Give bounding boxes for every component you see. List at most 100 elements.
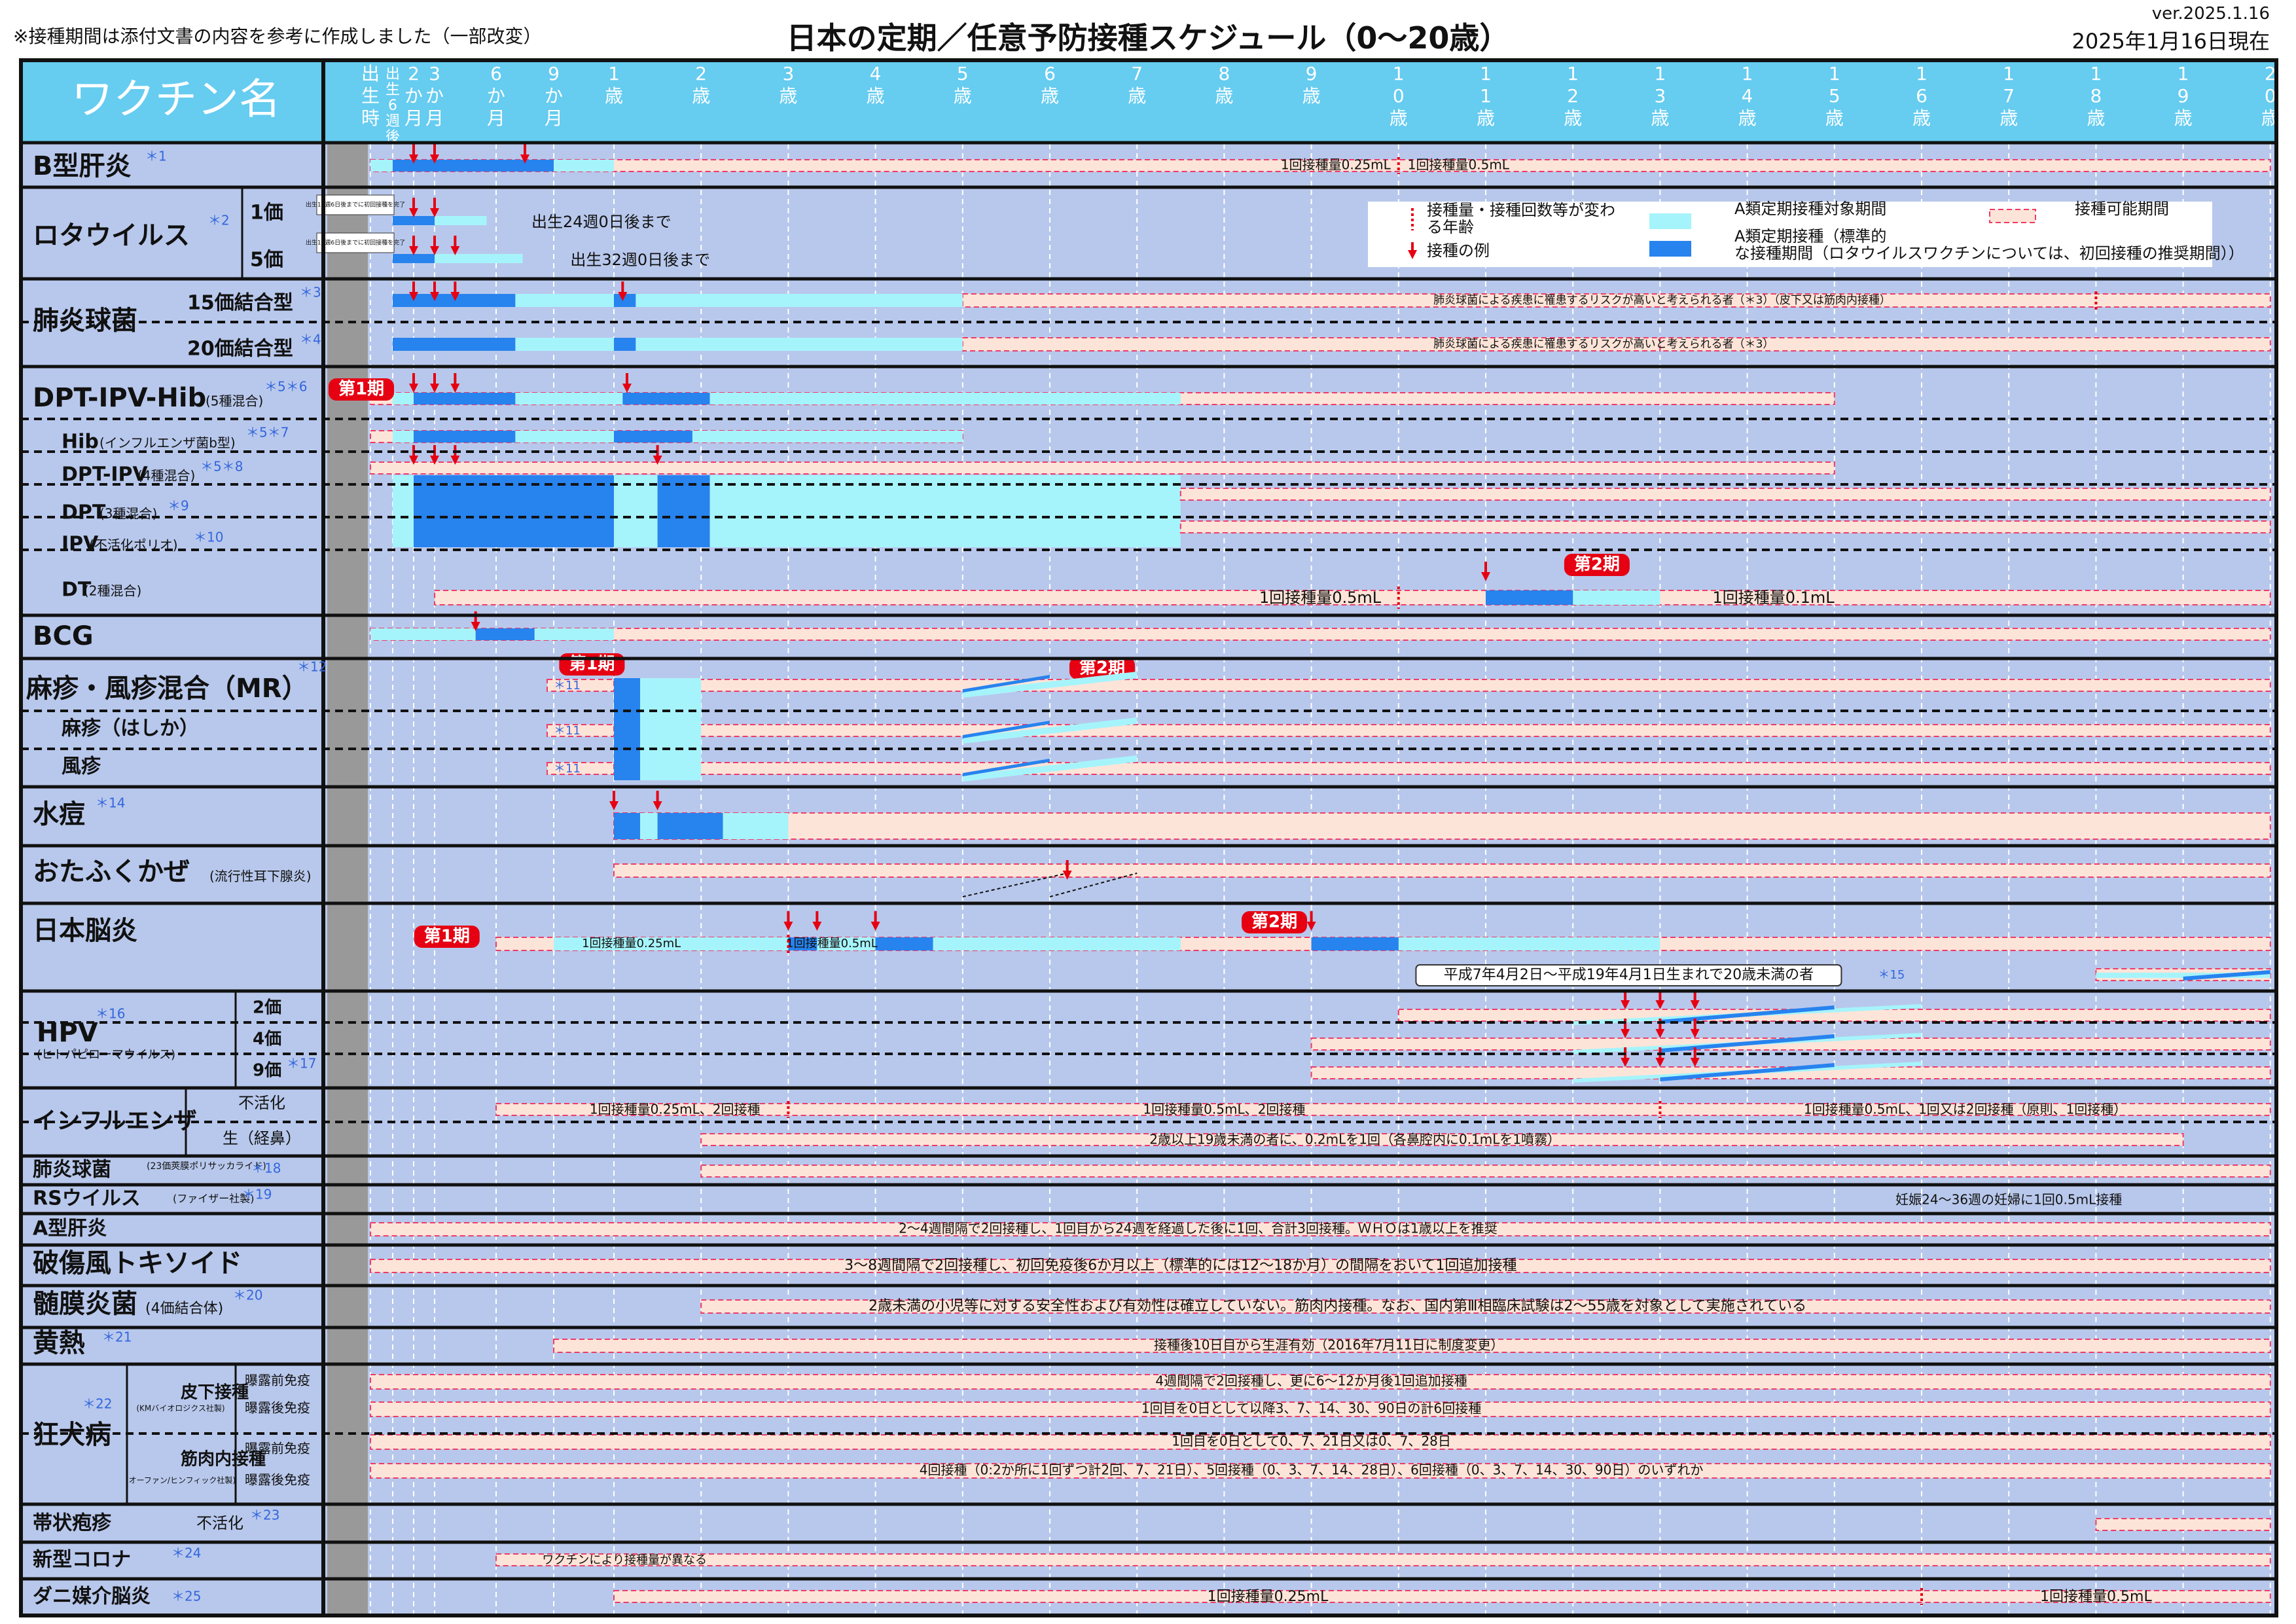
vaccine-subname: 不活化: [196, 1514, 243, 1532]
vaccine-subname: (4価結合体): [145, 1301, 223, 1317]
footnote-ref: ＊20: [233, 1288, 262, 1303]
annotation-text: 3～8週間隔で2回接種し、初回免疫後6か月以上（標準的には12～18か月）の間隔…: [844, 1257, 1516, 1274]
footnote-ref: ＊2: [208, 213, 230, 228]
age-tick-label: 3: [782, 63, 794, 84]
standard-period-bar: [1311, 937, 1399, 950]
annotation-text: 1回接種量0.25mL: [1281, 157, 1391, 173]
legend-text: 接種の例: [1427, 242, 1490, 260]
phase-badge-label: 第2期: [1251, 912, 1297, 932]
legend-blue-swatch: [1649, 241, 1691, 257]
legend-text: な接種期間（ロタウイルスワクチンについては、初回接種の推奨期間））: [1734, 244, 2244, 262]
footnote-ref: ＊23: [250, 1507, 279, 1523]
standard-period-bar: [393, 254, 435, 263]
legend-text: A類定期接種対象期間: [1734, 200, 1886, 218]
vaccine-subname: (KMバイオロジクス社製): [136, 1403, 224, 1413]
age-tick-label: 1: [1916, 63, 1928, 84]
age-tick-label: 1: [2178, 63, 2189, 84]
phase-badge-label: 第1期: [424, 926, 470, 947]
vaccine-name-header: ワクチン名: [71, 76, 281, 124]
age-tick-label: 歳: [867, 85, 885, 107]
footnote-ref: ＊5＊7: [246, 425, 289, 441]
footnote-ref: ＊11: [554, 762, 581, 776]
vaccine-name: BCG: [33, 621, 94, 651]
annotation-text: 1回接種量0.1mL: [1712, 588, 1835, 607]
annotation-text: 出生24週0日後まで: [531, 213, 672, 231]
age-tick-label: 出: [361, 63, 380, 84]
age-tick-label: 歳: [1825, 107, 1844, 129]
age-tick-label: 2: [695, 63, 707, 84]
possible-period-bar: [495, 1553, 2271, 1566]
age-tick-label: 週: [386, 113, 400, 130]
footnote-ref: ＊18: [251, 1161, 281, 1176]
vaccine-name: ロタウイルス: [33, 221, 190, 251]
age-tick-label: 4: [1742, 85, 1753, 107]
age-tick-label: 歳: [2000, 107, 2018, 129]
vaccine-subname: (流行性耳下腺炎): [209, 869, 312, 884]
age-tick-label: 生: [386, 82, 400, 98]
annotation-text: 平成7年4月2日～平成19年4月1日生まれで20歳未満の者: [1444, 967, 1814, 983]
annotation-text: ワクチンにより接種量が異なる: [542, 1553, 707, 1567]
vaccine-subname: (不活化ポリオ): [89, 537, 178, 553]
annotation-text: 1回接種量0.5mL: [2040, 1589, 2152, 1605]
footnote-ref: ＊3: [300, 285, 321, 300]
age-header-band: [21, 60, 2276, 144]
schedule-chart: ワクチン名出生時出生6週後2か月3か月6か月9か月1歳2歳3歳4歳5歳6歳7歳8…: [19, 58, 2280, 1617]
age-tick-label: 月: [404, 107, 423, 129]
age-tick-label: 歳: [1215, 85, 1233, 107]
standard-period-bar: [657, 813, 723, 839]
annotation-text: 4回接種（0:2か所に1回ずつ計2回、7、21日）、5回接種（0、3、7、14、…: [920, 1462, 1704, 1478]
age-tick-label: 6: [1044, 63, 1056, 84]
age-tick-label: 歳: [779, 85, 797, 107]
possible-period-bar: [370, 628, 2271, 641]
standard-period-bar: [614, 813, 640, 839]
vaccine-subname: (インフルエンザ菌b型): [99, 435, 236, 451]
vaccine-name: 黄熱: [33, 1328, 85, 1358]
vaccine-name: DPT-IPV-Hib: [33, 383, 206, 413]
annotation-text: 1回接種量0.25mL: [582, 937, 681, 950]
footnote-ref: ＊17: [287, 1056, 316, 1072]
vaccine-subname: 曝露前免疫: [245, 1441, 310, 1456]
age-tick-label: 1: [1393, 63, 1405, 84]
vaccine-name: DPT-IPV: [62, 463, 149, 486]
possible-period-bar: [700, 1164, 2271, 1178]
vaccine-name: 水痘: [33, 799, 85, 829]
possible-period-bar: [613, 812, 2271, 840]
age-tick-label: 7: [1131, 63, 1143, 84]
standard-period-bar: [1486, 590, 1573, 605]
possible-period-bar: [2095, 1518, 2271, 1531]
vaccine-name: 麻疹・風疹混合（MR）: [26, 674, 308, 704]
vaccine-name: 皮下接種: [181, 1383, 249, 1403]
age-tick-label: か: [425, 85, 444, 107]
annotation-text: 2歳未満の小児等に対する安全性および有効性は確立していない。筋肉内接種。なお、国…: [869, 1298, 1806, 1314]
vaccine-name: 麻疹（はしか）: [62, 717, 199, 740]
annotation-text: 1回接種量0.5mL: [786, 937, 878, 950]
vaccine-name: 新型コロナ: [33, 1549, 131, 1572]
age-tick-label: か: [404, 85, 423, 107]
vaccine-name: 帯状疱疹: [33, 1512, 112, 1535]
age-tick-label: 歳: [1651, 107, 1669, 129]
standard-period-bar: [614, 678, 640, 780]
footnote-ref: ＊4: [300, 332, 321, 348]
footnote-ref: ＊24: [171, 1545, 201, 1561]
standard-period-bar: [657, 475, 710, 547]
age-tick-label: 歳: [1302, 85, 1321, 107]
vaccine-name: B型肝炎: [33, 151, 132, 181]
standard-period-bar: [475, 628, 535, 640]
vaccine-name: 風疹: [62, 755, 101, 778]
age-tick-label: 2: [408, 63, 420, 84]
age-tick-label: 月: [487, 107, 505, 129]
standard-period-bar: [614, 431, 692, 442]
age-tick-label: 歳: [692, 85, 710, 107]
vaccine-name: 肺炎球菌: [33, 1159, 111, 1182]
possible-period-bar: [613, 1590, 2271, 1603]
phase-badge-label: 第2期: [1574, 554, 1620, 575]
vaccine-subname: (4種混合): [137, 468, 195, 484]
footnote-ref: ＊11: [554, 679, 581, 693]
note-text: 出生14週6日後までに初回接種を完了: [306, 201, 405, 209]
phase-badge-label: 第1期: [569, 654, 615, 674]
age-tick-label: 5: [957, 63, 969, 84]
annotation-text: 1回接種量0.5mL: [1408, 157, 1510, 173]
vaccine-name: Hib: [62, 431, 99, 454]
age-tick-label: 6: [490, 63, 502, 84]
vaccine-name: 狂犬病: [33, 1420, 111, 1450]
